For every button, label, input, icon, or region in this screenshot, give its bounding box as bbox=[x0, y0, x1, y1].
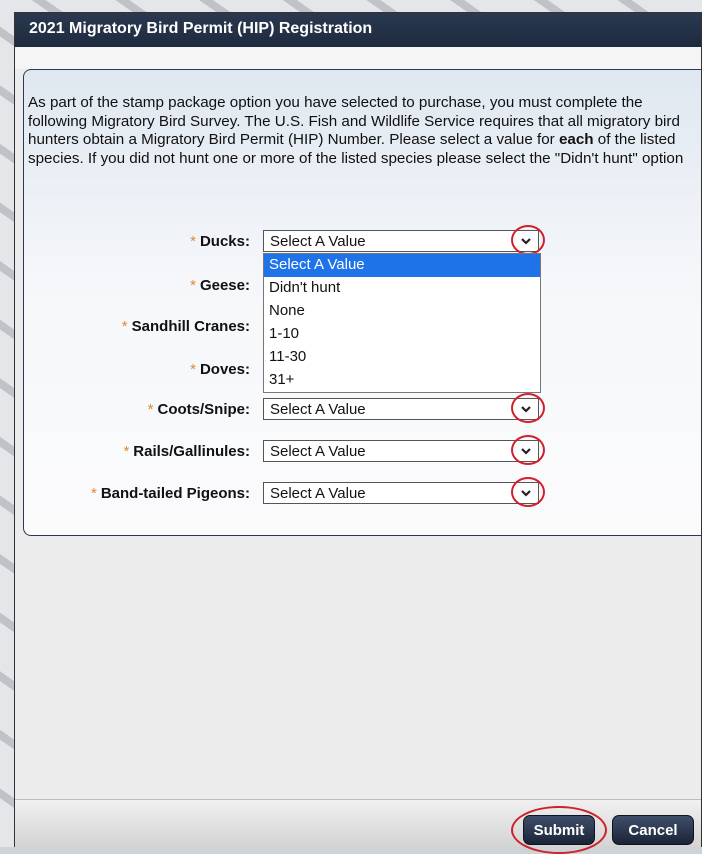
field-row-ducks: * Ducks: Select A Value bbox=[24, 225, 702, 255]
annotation-circle bbox=[511, 477, 545, 507]
field-label-text: Doves: bbox=[199, 361, 250, 378]
field-label-geese: * Geese: bbox=[190, 277, 250, 294]
annotation-circle bbox=[511, 435, 545, 465]
required-marker: * bbox=[147, 401, 154, 418]
field-label-text: Ducks: bbox=[199, 233, 250, 250]
survey-panel: As part of the stamp package option you … bbox=[23, 69, 701, 536]
field-label-text: Rails/Gallinules: bbox=[133, 443, 250, 460]
field-label-coots-snipe: * Coots/Snipe: bbox=[148, 401, 250, 418]
field-row-coots-snipe: * Coots/Snipe: Select A Value bbox=[24, 393, 702, 423]
select-value: Select A Value bbox=[270, 233, 366, 250]
select-value: Select A Value bbox=[270, 401, 366, 418]
required-marker: * bbox=[121, 318, 128, 335]
cancel-button[interactable]: Cancel bbox=[612, 815, 694, 845]
ducks-select[interactable]: Select A Value bbox=[263, 230, 539, 252]
required-marker: * bbox=[90, 485, 97, 502]
band-tailed-pigeons-select[interactable]: Select A Value bbox=[263, 482, 539, 504]
ducks-dropdown-list: Select A Value Didn't hunt None 1-10 11-… bbox=[263, 253, 541, 393]
required-marker: * bbox=[190, 277, 196, 294]
instructions-emphasis: each bbox=[558, 131, 594, 148]
option-label: Select A Value bbox=[269, 256, 365, 273]
rails-gallinules-select[interactable]: Select A Value bbox=[263, 440, 539, 462]
field-label-text: Band-tailed Pigeons: bbox=[100, 485, 250, 502]
titlebar-spacer bbox=[15, 47, 701, 69]
dialog-titlebar: 2021 Migratory Bird Permit (HIP) Registr… bbox=[15, 13, 701, 47]
dropdown-option[interactable]: Select A Value bbox=[264, 254, 540, 277]
coots-snipe-select[interactable]: Select A Value bbox=[263, 398, 539, 420]
option-label: None bbox=[269, 302, 305, 319]
dropdown-option[interactable]: 1-10 bbox=[264, 323, 540, 346]
field-label-text: Geese: bbox=[199, 277, 250, 294]
field-label-text: Sandhill Cranes: bbox=[131, 318, 250, 335]
option-label: 1-10 bbox=[269, 325, 300, 342]
field-label-text: Coots/Snipe: bbox=[157, 401, 251, 418]
field-label-ducks: * Ducks: bbox=[190, 233, 250, 250]
required-marker: * bbox=[123, 443, 130, 460]
field-label-rails-gallinules: * Rails/Gallinules: bbox=[123, 443, 250, 460]
dropdown-option[interactable]: 31+ bbox=[264, 369, 540, 392]
dropdown-option[interactable]: 11-30 bbox=[264, 346, 540, 369]
hip-registration-dialog: 2021 Migratory Bird Permit (HIP) Registr… bbox=[14, 12, 702, 854]
option-label: 31+ bbox=[269, 371, 295, 388]
field-row-rails-gallinules: * Rails/Gallinules: Select A Value bbox=[24, 435, 702, 465]
option-label: Didn't hunt bbox=[269, 279, 341, 296]
required-marker: * bbox=[190, 361, 196, 378]
dialog-title: 2021 Migratory Bird Permit (HIP) Registr… bbox=[29, 20, 373, 37]
dialog-footer: Submit Cancel bbox=[15, 799, 701, 854]
select-value: Select A Value bbox=[270, 443, 366, 460]
survey-instructions: As part of the stamp package option you … bbox=[28, 94, 688, 168]
field-label-sandhill-cranes: * Sandhill Cranes: bbox=[122, 318, 250, 335]
field-label-band-tailed-pigeons: * Band-tailed Pigeons: bbox=[91, 485, 250, 502]
dropdown-option[interactable]: Didn't hunt bbox=[264, 277, 540, 300]
option-label: 11-30 bbox=[269, 348, 307, 365]
select-value: Select A Value bbox=[270, 485, 366, 502]
annotation-circle bbox=[511, 225, 545, 255]
dropdown-option[interactable]: None bbox=[264, 300, 540, 323]
field-label-doves: * Doves: bbox=[190, 361, 250, 378]
field-row-band-tailed-pigeons: * Band-tailed Pigeons: Select A Value bbox=[24, 477, 702, 507]
annotation-circle bbox=[511, 393, 545, 423]
required-marker: * bbox=[190, 233, 196, 250]
